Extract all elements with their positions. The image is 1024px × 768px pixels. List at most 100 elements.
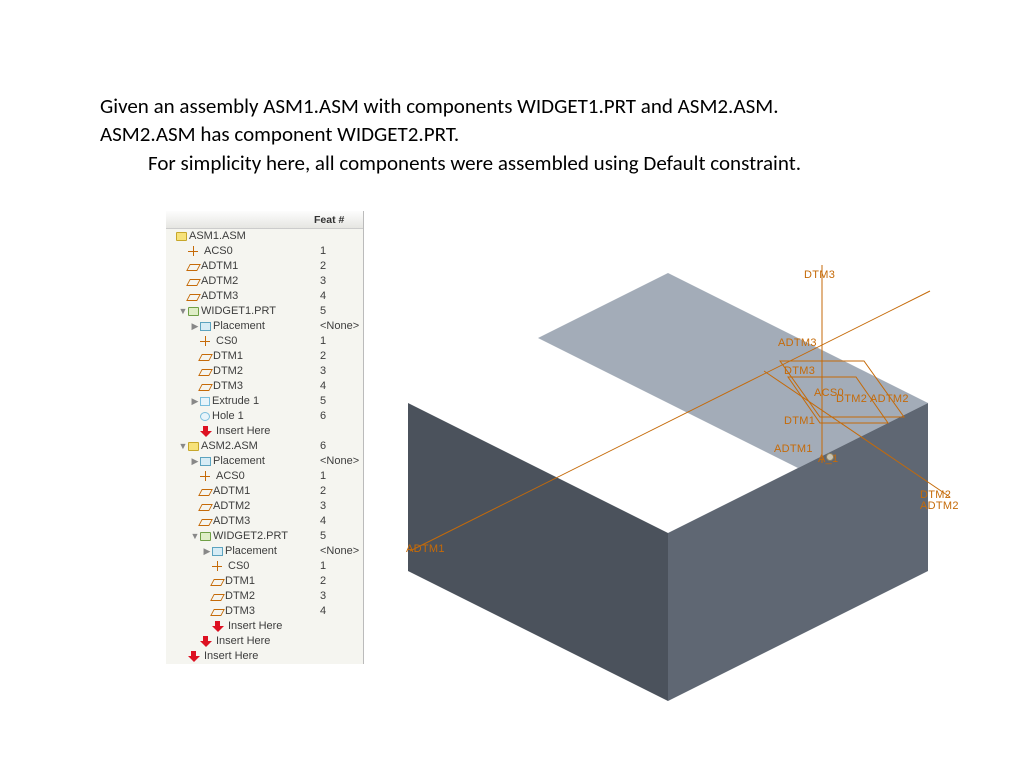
tree-row[interactable]: DTM3 4 — [166, 379, 363, 394]
tree-row[interactable]: DTM1 2 — [166, 574, 363, 589]
feat-number: 3 — [320, 499, 326, 514]
feat-number: 1 — [320, 244, 326, 259]
feat-number: 6 — [320, 439, 326, 454]
tree-item-label: ASM1.ASM — [189, 229, 246, 244]
feat-number: <None> — [320, 544, 359, 559]
tree-row[interactable]: DTM2 3 — [166, 364, 363, 379]
tree-row[interactable]: ASM1.ASM — [166, 229, 363, 244]
tree-row[interactable]: ACS0 1 — [166, 244, 363, 259]
tree-item-label: ADTM2 — [201, 274, 238, 289]
tree-row[interactable]: Insert Here — [166, 619, 363, 634]
datum-label: A_1 — [818, 453, 838, 465]
part-icon — [200, 532, 211, 541]
feat-number: 3 — [320, 364, 326, 379]
tree-row[interactable]: ▶Extrude 15 — [166, 394, 363, 409]
feat-number: 3 — [320, 274, 326, 289]
tree-item-label: ADTM1 — [201, 259, 238, 274]
tree-item-label: ACS0 — [216, 469, 245, 484]
csys-icon — [188, 246, 202, 258]
expand-icon[interactable]: ▶ — [190, 394, 200, 409]
tree-row[interactable]: Insert Here — [166, 634, 363, 649]
feat-number: 2 — [320, 259, 326, 274]
tree-item-label: DTM3 — [213, 379, 243, 394]
tree-item-label: Placement — [225, 544, 277, 559]
feat-number: 2 — [320, 349, 326, 364]
tree-row[interactable]: ▶Placement<None> — [166, 454, 363, 469]
tree-item-label: DTM2 — [225, 589, 255, 604]
expand-icon[interactable]: ▶ — [190, 454, 200, 469]
tree-item-label: Insert Here — [216, 634, 270, 649]
tree-row[interactable]: ▶ Placement <None> — [166, 319, 363, 334]
feat-number: 4 — [320, 514, 326, 529]
tree-item-label: ACS0 — [204, 244, 233, 259]
expand-icon[interactable]: ▶ — [202, 544, 212, 559]
collapse-icon[interactable]: ▼ — [190, 529, 200, 544]
insert-here-icon — [200, 636, 214, 648]
feat-number: 2 — [320, 484, 326, 499]
model-tree-panel[interactable]: Feat # ASM1.ASMACS01ADTM12ADTM23ADTM34▼W… — [166, 211, 364, 664]
feat-number: 1 — [320, 469, 326, 484]
tree-column-header: Feat # — [166, 211, 363, 229]
feat-number: 4 — [320, 379, 326, 394]
feat-number-header: Feat # — [314, 211, 344, 229]
feat-number: 6 — [320, 409, 326, 424]
tree-row[interactable]: ADTM2 3 — [166, 274, 363, 289]
csys-icon — [200, 336, 214, 348]
tree-row[interactable]: Insert Here — [166, 649, 363, 664]
3d-viewport[interactable]: DTM3ADTM3DTM3ACS0DTM2ADTM2DTM1ADTM1A_1AD… — [364, 211, 960, 651]
tree-item-label: Placement — [213, 454, 265, 469]
description-text: Given an assembly ASM1.ASM with componen… — [100, 92, 801, 177]
datum-label: DTM3 — [804, 269, 835, 281]
tree-row[interactable]: ADTM2 3 — [166, 499, 363, 514]
collapse-icon[interactable]: ▼ — [178, 439, 188, 454]
datum-plane-icon — [198, 519, 213, 526]
insert-here-icon — [200, 426, 214, 438]
tree-row[interactable]: ▼ WIDGET1.PRT 5 — [166, 304, 363, 319]
tree-row[interactable]: ADTM1 2 — [166, 259, 363, 274]
tree-item-label: ADTM3 — [201, 289, 238, 304]
datum-plane-icon — [210, 594, 225, 601]
feat-number: 2 — [320, 574, 326, 589]
placement-icon — [200, 322, 211, 331]
expand-icon[interactable]: ▶ — [190, 319, 200, 334]
tree-item-label: ADTM2 — [213, 499, 250, 514]
tree-row[interactable]: ACS0 1 — [166, 469, 363, 484]
feat-number: <None> — [320, 319, 359, 334]
tree-item-label: Insert Here — [228, 619, 282, 634]
tree-row[interactable]: ▼ASM2.ASM6 — [166, 439, 363, 454]
extrude-icon — [200, 397, 210, 406]
datum-label: DTM1 — [784, 415, 815, 427]
placement-icon — [200, 457, 211, 466]
tree-row[interactable]: ▼WIDGET2.PRT5 — [166, 529, 363, 544]
tree-row[interactable]: CS01 — [166, 334, 363, 349]
part-icon — [188, 307, 199, 316]
tree-row[interactable]: ADTM34 — [166, 289, 363, 304]
tree-item-label: DTM2 — [213, 364, 243, 379]
datum-label: ADTM2 — [870, 393, 909, 405]
datum-plane-icon — [186, 264, 201, 271]
tree-item-label: DTM1 — [225, 574, 255, 589]
tree-item-label: Placement — [213, 319, 265, 334]
datum-label: ADTM2 — [920, 500, 959, 512]
csys-icon — [212, 561, 226, 573]
tree-row[interactable]: Hole 16 — [166, 409, 363, 424]
datum-plane-icon — [198, 504, 213, 511]
tree-item-label: WIDGET1.PRT — [201, 304, 276, 319]
tree-row[interactable]: DTM34 — [166, 604, 363, 619]
insert-here-icon — [188, 651, 202, 663]
feat-number: 4 — [320, 604, 326, 619]
placement-icon — [212, 547, 223, 556]
tree-row[interactable]: ▶ Placement <None> — [166, 544, 363, 559]
tree-row[interactable]: Insert Here — [166, 424, 363, 439]
feat-number: 5 — [320, 304, 326, 319]
tree-item-label: ADTM1 — [213, 484, 250, 499]
tree-row[interactable]: ADTM34 — [166, 514, 363, 529]
tree-row[interactable]: ADTM1 2 — [166, 484, 363, 499]
tree-row[interactable]: DTM12 — [166, 349, 363, 364]
collapse-icon[interactable]: ▼ — [178, 304, 188, 319]
tree-row[interactable]: CS01 — [166, 559, 363, 574]
datum-label: ADTM1 — [774, 443, 813, 455]
feat-number: 5 — [320, 529, 326, 544]
tree-row[interactable]: DTM23 — [166, 589, 363, 604]
datum-plane-icon — [198, 384, 213, 391]
